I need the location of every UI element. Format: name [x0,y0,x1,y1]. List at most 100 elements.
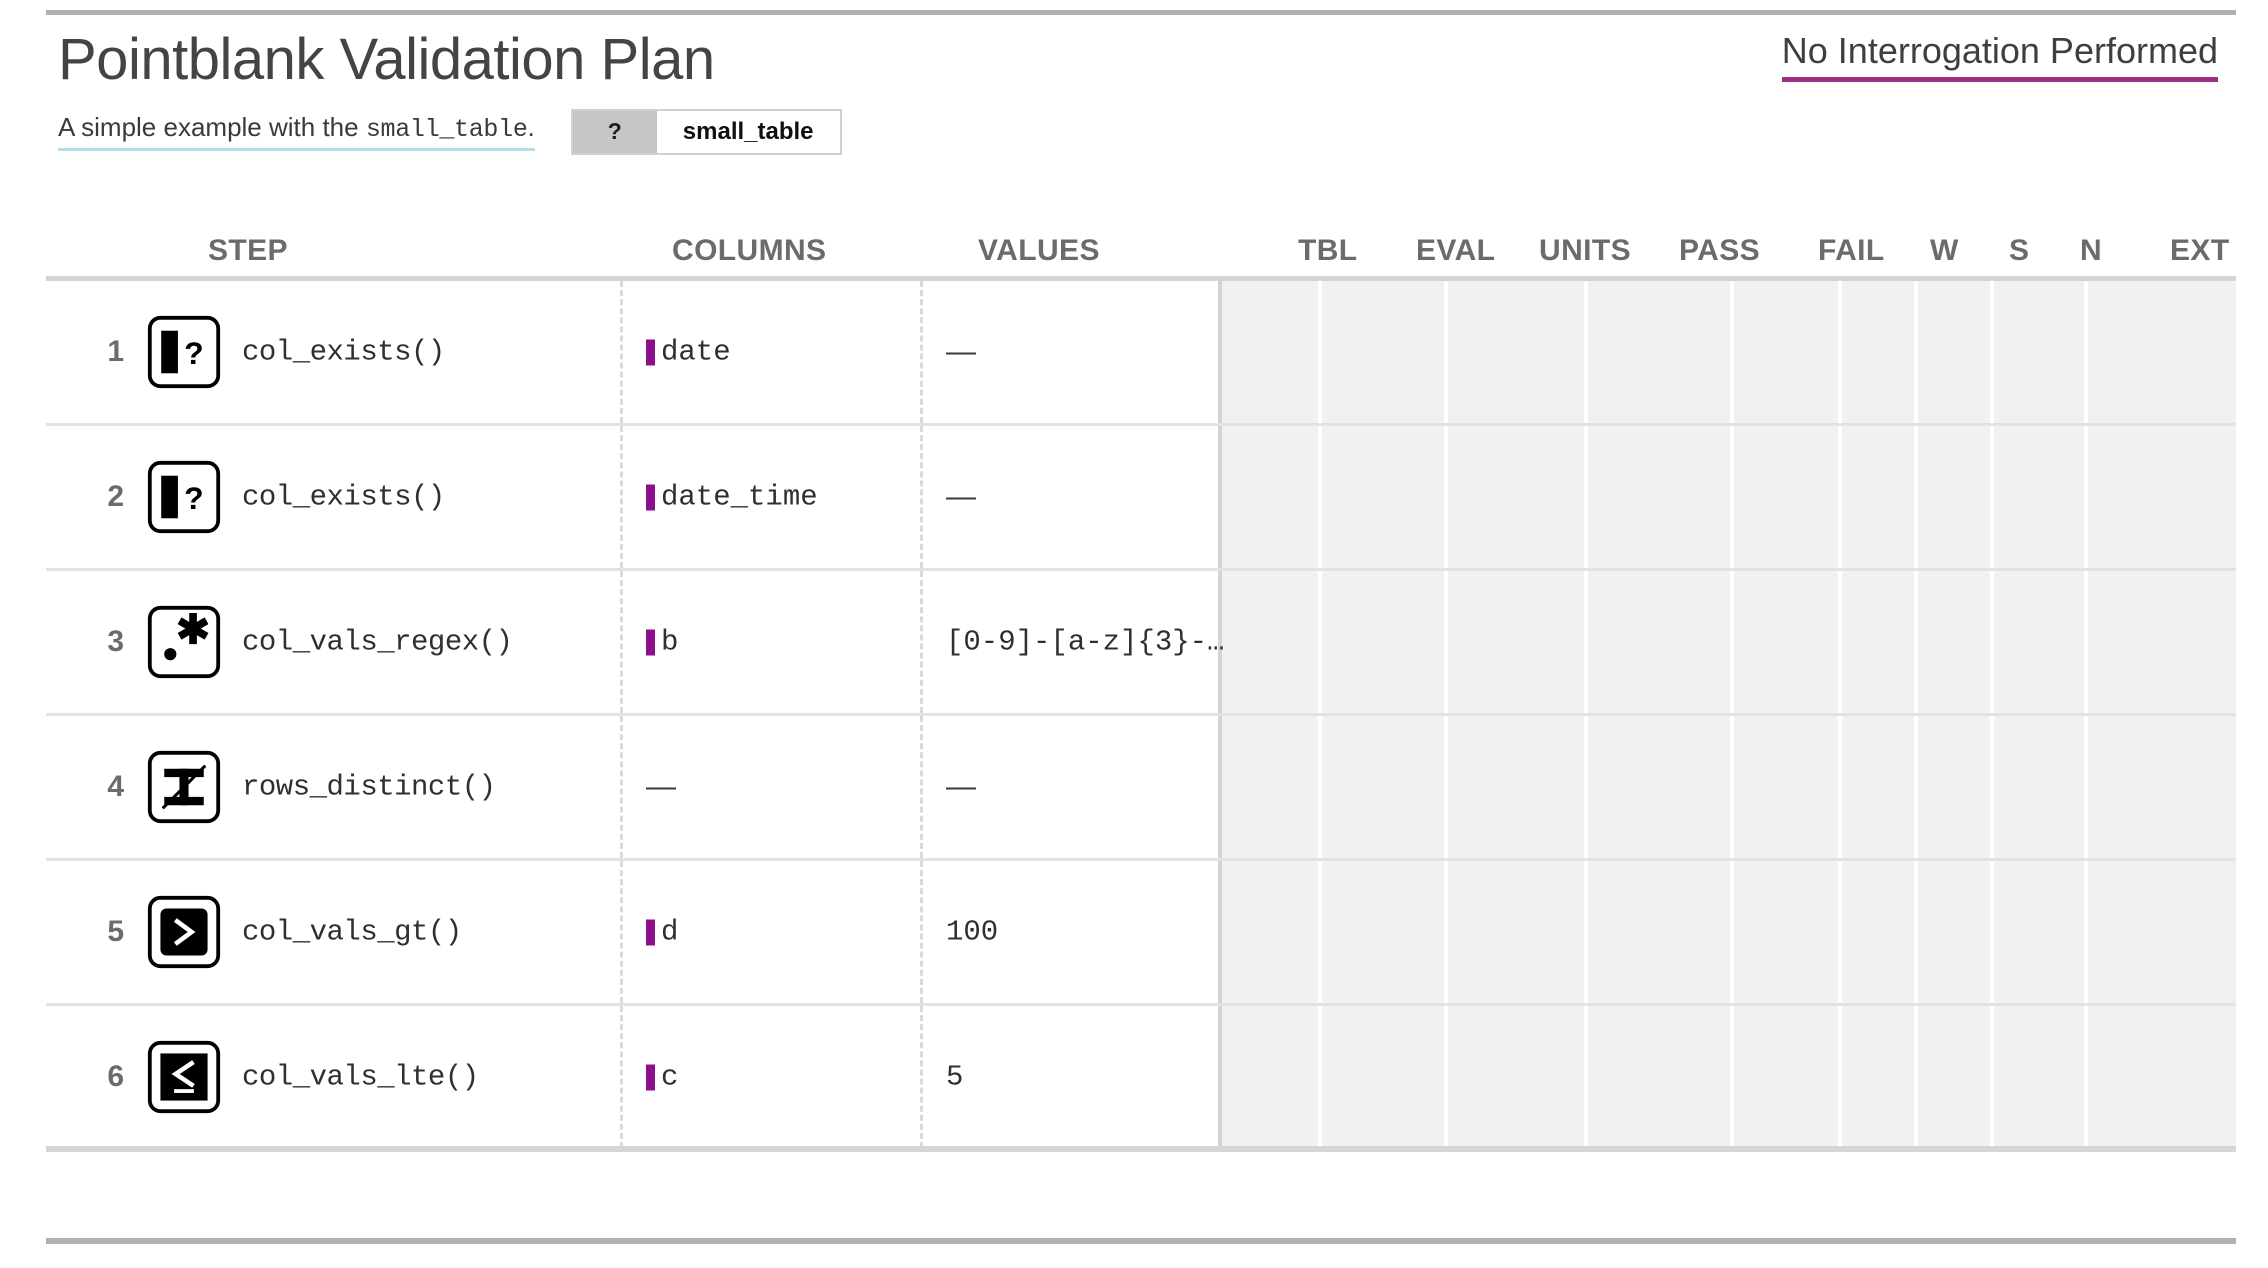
assertion-name: col_exists() [242,335,445,369]
column-name: d [661,915,679,949]
table-row[interactable]: 5 col_vals_gt() d 100 [46,861,2236,1006]
report-subtitle: A simple example with the small_table. [58,112,535,152]
column-header-columns[interactable]: COLUMNS [672,234,826,268]
column-divider [1990,716,1994,858]
column-divider [1730,426,1734,568]
table-badge[interactable]: ? small_table [570,108,842,155]
results-placeholder-zone [1222,1006,2236,1148]
column-divider [1444,426,1448,568]
dashed-column-divider [620,861,623,1003]
column-header-eval[interactable]: EVAL [1416,234,1495,268]
table-row[interactable]: 6 col_vals_lte() c 5 [46,1006,2236,1148]
svg-text:✱: ✱ [176,607,210,653]
col-exists-icon: ? [146,459,222,535]
table-row[interactable]: 1? col_exists() date — [46,281,2236,426]
column-divider [2084,1006,2088,1148]
column-divider [1914,571,1918,713]
column-divider [1318,571,1322,713]
column-divider [1730,861,1734,1003]
column-divider [1444,571,1448,713]
columns-cell: d [646,916,678,949]
results-zone-edge [1218,281,1222,423]
column-divider [1730,281,1734,423]
values-cell: [0-9]-[a-z]{3}-… [946,625,1225,659]
col-vals-regex-icon: ✱ [146,604,222,680]
column-divider [1730,716,1734,858]
values-cell: — [946,770,976,803]
column-divider [1914,426,1918,568]
column-divider [1914,861,1918,1003]
table-bottom-rule [46,1146,2236,1152]
column-name: c [661,1060,679,1094]
values-cell: — [946,335,976,368]
column-divider [1584,861,1588,1003]
columns-cell: date [646,336,731,369]
validation-plan-page: Pointblank Validation Plan A simple exam… [0,0,2268,1268]
dashed-column-divider [920,281,923,423]
column-divider [1584,716,1588,858]
column-divider [1444,1006,1448,1148]
results-placeholder-zone [1222,716,2236,858]
values-cell: 100 [946,915,999,949]
column-header-ext[interactable]: EXT [2170,234,2230,268]
column-divider [2084,716,2088,858]
column-header-units[interactable]: UNITS [1539,234,1631,268]
results-zone-edge [1218,1006,1222,1148]
column-swatch-icon [646,629,655,655]
column-divider [1318,426,1322,568]
column-header-s[interactable]: S [2009,234,2029,268]
column-divider [1990,281,1994,423]
column-divider [1318,861,1322,1003]
assertion-name: col_vals_gt() [242,915,462,949]
column-divider [1914,716,1918,858]
dashed-column-divider [620,281,623,423]
column-swatch-icon [646,919,655,945]
results-placeholder-zone [1222,426,2236,568]
column-divider [1318,1006,1322,1148]
results-zone-edge [1218,861,1222,1003]
col-vals-gt-icon [146,894,222,970]
step-number: 1 [107,335,124,368]
column-divider [1838,861,1842,1003]
table-header-row: STEP COLUMNS VALUES TBL EVAL UNITS PASS … [46,214,2236,281]
dashed-column-divider [920,571,923,713]
column-divider [2084,281,2088,423]
column-name: — [646,770,676,803]
column-name: date [661,335,731,369]
column-header-values[interactable]: VALUES [978,234,1100,268]
table-row[interactable]: 3 ✱ col_vals_regex() b [0-9]-[a-z]{3}-… [46,571,2236,716]
subtitle-row: A simple example with the small_table. ?… [58,108,2218,155]
column-header-tbl[interactable]: TBL [1298,234,1358,268]
subtitle-prefix: A simple example with the [58,112,366,143]
column-divider [1730,1006,1734,1148]
col-exists-icon: ? [146,314,222,390]
help-icon[interactable]: ? [572,110,657,153]
step-number: 4 [107,770,124,803]
column-divider [1584,426,1588,568]
column-divider [1914,1006,1918,1148]
column-header-step[interactable]: STEP [208,234,288,268]
column-header-fail[interactable]: FAIL [1818,234,1885,268]
columns-cell: — [646,770,676,804]
subtitle-suffix: . [527,112,535,143]
assertion-name: col_vals_regex() [242,625,513,659]
results-zone-edge [1218,716,1222,858]
column-divider [1318,281,1322,423]
footer-rule [46,1238,2236,1244]
column-header-pass[interactable]: PASS [1679,234,1760,268]
column-divider [1584,571,1588,713]
table-badge-name: small_table [656,110,840,153]
column-header-w[interactable]: W [1930,234,1959,268]
results-placeholder-zone [1222,571,2236,713]
table-row[interactable]: 4 rows_distinct() — — [46,716,2236,861]
column-divider [1730,571,1734,713]
column-divider [1838,571,1842,713]
column-divider [1444,861,1448,1003]
dashed-column-divider [920,1006,923,1148]
table-row[interactable]: 2? col_exists() date_time — [46,426,2236,571]
column-divider [1444,281,1448,423]
assertion-name: col_vals_lte() [242,1060,479,1094]
column-header-n[interactable]: N [2080,234,2102,268]
column-divider [1914,281,1918,423]
column-swatch-icon [646,1064,655,1090]
